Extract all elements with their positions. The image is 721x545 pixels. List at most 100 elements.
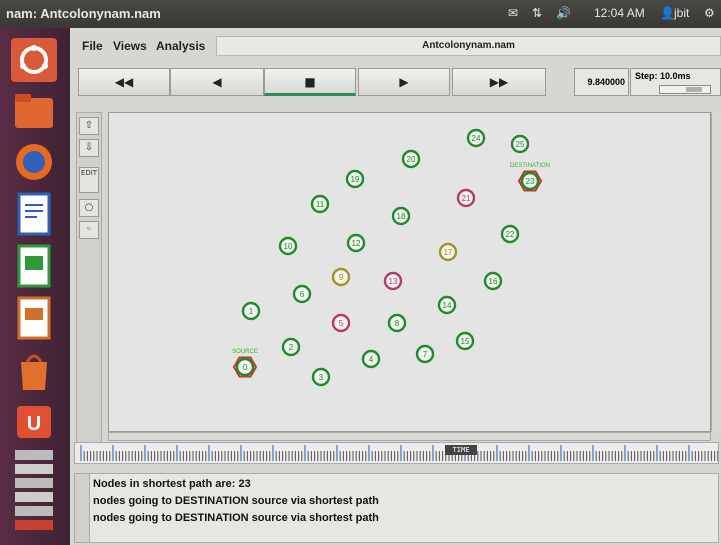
node-label: 8	[395, 319, 400, 328]
node-label: 12	[352, 239, 361, 248]
firefox-launcher-button[interactable]	[9, 138, 59, 186]
node-label: 19	[351, 175, 360, 184]
folder-icon	[15, 94, 53, 128]
log-line: nodes going to DESTINATION source via sh…	[93, 512, 379, 524]
node-24[interactable]: 24	[466, 128, 486, 148]
canvas-horizontal-scrollbar[interactable]	[108, 432, 711, 441]
node-11[interactable]: 11	[310, 194, 330, 214]
user-icon[interactable]: 👤	[660, 6, 675, 20]
node-20[interactable]: 20	[401, 149, 421, 169]
node-label: 7	[423, 350, 428, 359]
node-label: 6	[300, 290, 305, 299]
node-21[interactable]: 21	[456, 188, 476, 208]
dash-home-button[interactable]	[9, 36, 59, 84]
node-label: 0	[243, 363, 248, 372]
mail-icon[interactable]: ✉	[508, 6, 518, 20]
node-2[interactable]: 2	[281, 337, 301, 357]
software-center-launcher-button[interactable]	[9, 346, 59, 394]
user-name[interactable]: jbit	[674, 6, 689, 20]
node-4[interactable]: 4	[361, 349, 381, 369]
node-22[interactable]: 22	[500, 224, 520, 244]
node-label: 22	[506, 230, 515, 239]
clock[interactable]: 12:04 AM	[594, 6, 645, 20]
menu-analysis[interactable]: Analysis	[156, 39, 205, 53]
node-label: 17	[444, 248, 453, 257]
step-slider-thumb[interactable]	[686, 87, 702, 92]
source-label: SOURCE	[232, 349, 258, 355]
menu-file[interactable]: File	[82, 39, 103, 53]
node-3[interactable]: 3	[311, 367, 331, 387]
stop-button[interactable]: ■	[264, 68, 356, 96]
zoom-in-icon[interactable]: ⇧	[79, 117, 99, 135]
step-control: Step: 10.0ms	[630, 68, 721, 96]
node-19[interactable]: 19	[345, 169, 365, 189]
node-label: 20	[407, 155, 416, 164]
ubuntu-one-icon: U	[17, 406, 51, 438]
node-label: 1	[249, 307, 254, 316]
calc-launcher-button[interactable]	[9, 242, 59, 290]
zoom-out-icon[interactable]: ⇩	[79, 139, 99, 157]
playback-controls: ◀◀ ◀ ■ ▶ ▶▶ 9.840000 Step: 10.0ms	[70, 68, 721, 100]
node-14[interactable]: 14	[437, 295, 457, 315]
node-12[interactable]: 12	[346, 233, 366, 253]
node-label: 23	[526, 177, 535, 186]
node-label: 4	[369, 355, 374, 364]
play-backward-button[interactable]: ◀	[170, 68, 264, 96]
launcher: U	[0, 28, 70, 545]
fast-forward-button[interactable]: ▶▶	[452, 68, 546, 96]
timeline-slider[interactable]: TIME	[74, 442, 719, 464]
ubuntu-one-launcher-button[interactable]: U	[9, 398, 59, 446]
network-icon[interactable]: ⇅	[532, 6, 542, 20]
canvas-vertical-scrollbar[interactable]	[711, 112, 721, 432]
rewind-button[interactable]: ◀◀	[78, 68, 170, 96]
node-5[interactable]: 5	[331, 313, 351, 333]
node-9[interactable]: 9	[331, 267, 351, 287]
gear-icon[interactable]: ⚙	[704, 6, 715, 20]
node-18[interactable]: 18	[391, 206, 411, 226]
node-label: 13	[389, 277, 398, 286]
step-slider[interactable]	[659, 85, 711, 94]
files-launcher-button[interactable]	[9, 88, 59, 136]
node-small-icon[interactable]: ◦	[79, 221, 99, 239]
calc-icon	[17, 244, 51, 288]
node-label: 10	[284, 242, 293, 251]
node-7[interactable]: 7	[415, 344, 435, 364]
node-25[interactable]: 25	[510, 134, 530, 154]
timeline-ticks	[80, 445, 719, 461]
node-8[interactable]: 8	[387, 313, 407, 333]
menu-views[interactable]: Views	[113, 39, 147, 53]
impress-launcher-button[interactable]	[9, 294, 59, 342]
node-15[interactable]: 15	[455, 331, 475, 351]
svg-text:U: U	[27, 413, 41, 435]
edit-mode-button[interactable]: EDIT	[79, 167, 99, 193]
timeline-marker[interactable]: TIME	[445, 445, 477, 455]
workspace-stack-button[interactable]	[9, 446, 59, 536]
network-graph[interactable]: 0123456789101112131415161718192021222324…	[109, 113, 710, 431]
node-6[interactable]: 6	[292, 284, 312, 304]
node-label: 9	[339, 273, 344, 282]
writer-launcher-button[interactable]	[9, 190, 59, 238]
log-line: Nodes in shortest path are: 23	[93, 478, 251, 490]
menu-bar: File Views Analysis Antcolonynam.nam	[70, 28, 721, 62]
node-13[interactable]: 13	[383, 271, 403, 291]
node-label: 18	[397, 212, 406, 221]
step-label: Step: 10.0ms	[635, 71, 691, 81]
play-forward-button[interactable]: ▶	[358, 68, 450, 96]
node-circle-icon[interactable]: ○	[79, 199, 99, 217]
edit-toolbar: ⇧ ⇩ EDIT ○ ◦	[76, 112, 102, 444]
annotation-scrollbar[interactable]	[75, 474, 90, 542]
node-17[interactable]: 17	[438, 242, 458, 262]
node-16[interactable]: 16	[483, 271, 503, 291]
node-label: 21	[462, 194, 471, 203]
log-line: nodes going to DESTINATION source via sh…	[93, 495, 379, 507]
node-10[interactable]: 10	[278, 236, 298, 256]
node-1[interactable]: 1	[241, 301, 261, 321]
destination-label: DESTINATION	[510, 163, 550, 169]
node-23[interactable]: 23	[517, 170, 543, 192]
node-0[interactable]: 0	[232, 356, 258, 378]
firefox-icon	[16, 144, 52, 180]
network-canvas[interactable]: 0 1 2 3 4 5 6 7 8 9 10 11 12 13 14 15 16 17 18 19 20 21 22 23 24…	[108, 112, 711, 432]
shopping-bag-icon	[21, 354, 47, 390]
volume-icon[interactable]: 🔊	[556, 6, 571, 20]
node-label: 24	[472, 134, 481, 143]
